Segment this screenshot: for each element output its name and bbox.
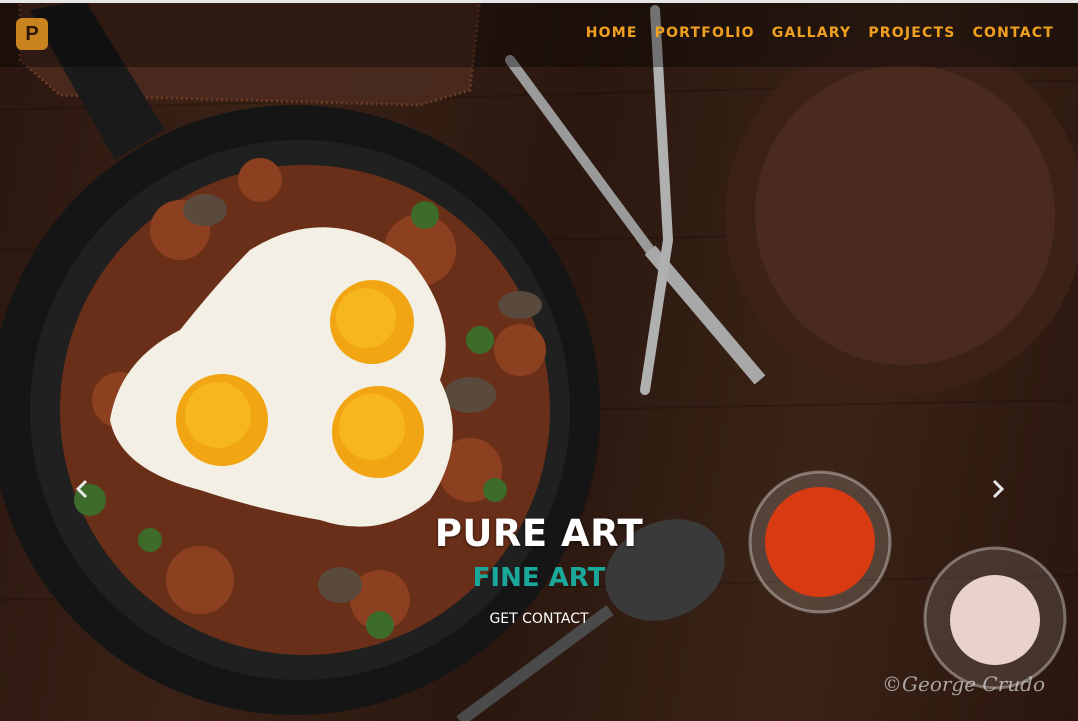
- slide-caption: PURE ART FINE ART GET CONTACT: [0, 512, 1078, 627]
- hero-title: PURE ART: [434, 512, 644, 555]
- main-nav: HOME PORTFOLIO GALLARY PROJECTS CONTACT: [586, 25, 1054, 41]
- nav-link-gallery[interactable]: GALLARY: [772, 25, 852, 41]
- chevron-left-icon: [75, 479, 88, 499]
- photo-signature: ©George Crudo: [882, 672, 1045, 696]
- nav-link-home[interactable]: HOME: [586, 25, 638, 41]
- hero-subtitle: FINE ART: [472, 563, 606, 593]
- chevron-right-icon: [992, 479, 1005, 499]
- nav-link-projects[interactable]: PROJECTS: [868, 25, 955, 41]
- get-contact-link[interactable]: GET CONTACT: [489, 611, 588, 627]
- nav-link-portfolio[interactable]: PORTFOLIO: [655, 25, 755, 41]
- carousel-next-button[interactable]: [988, 478, 1008, 500]
- brand-logo[interactable]: P: [16, 18, 48, 50]
- top-navbar: P HOME PORTFOLIO GALLARY PROJECTS CONTAC…: [0, 0, 1078, 67]
- hero-slider: P HOME PORTFOLIO GALLARY PROJECTS CONTAC…: [0, 0, 1078, 721]
- carousel-prev-button[interactable]: [72, 478, 92, 500]
- nav-link-contact[interactable]: CONTACT: [973, 25, 1054, 41]
- logo-letter: P: [25, 23, 39, 45]
